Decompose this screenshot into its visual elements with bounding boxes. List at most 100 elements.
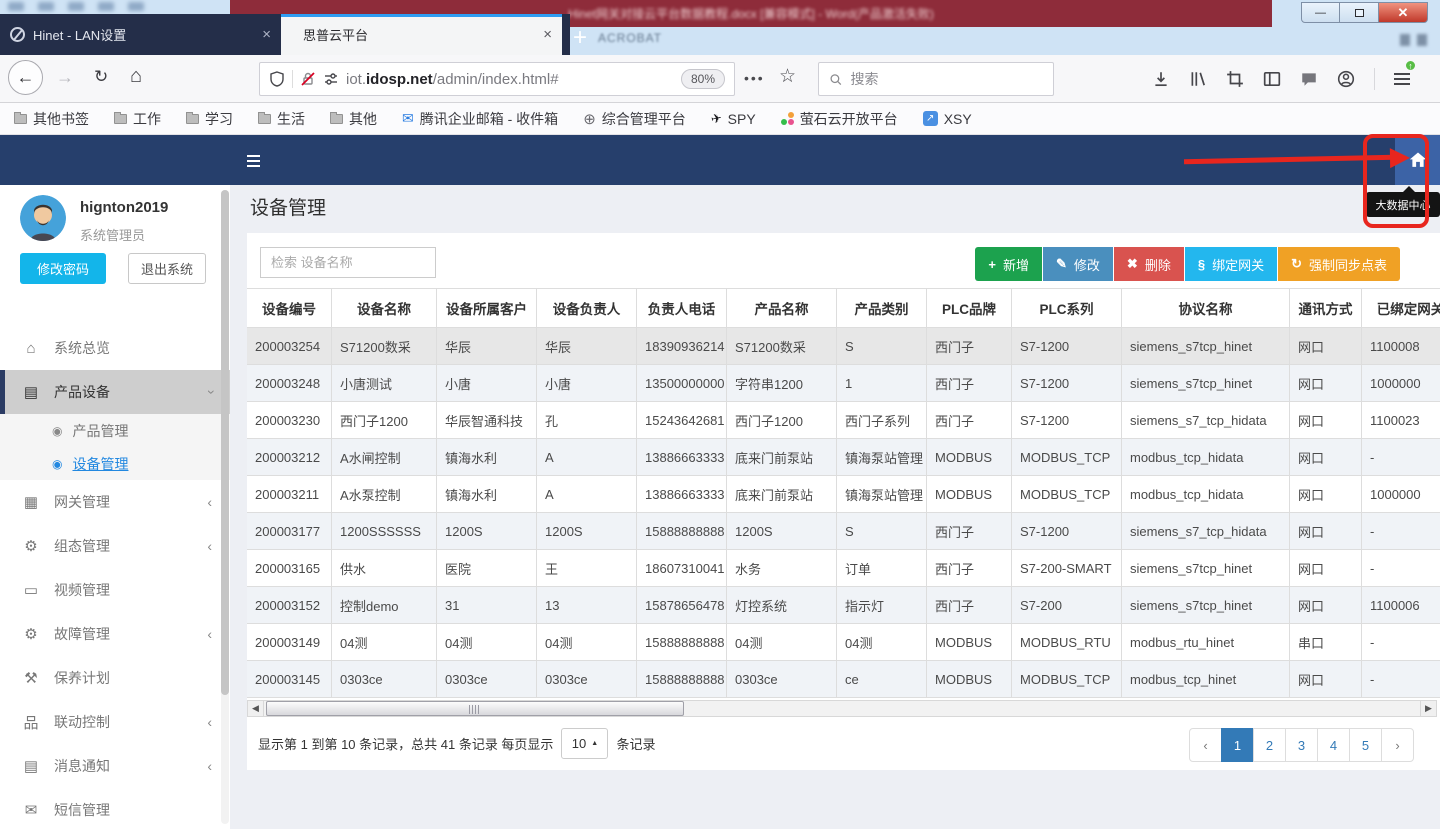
- sidebar-item[interactable]: 品联动控制‹: [0, 700, 230, 744]
- library-icon[interactable]: [1189, 70, 1207, 88]
- close-button[interactable]: ✕: [1379, 2, 1428, 23]
- table-row[interactable]: 20000314904测04测04测1588888888804测04测MODBU…: [247, 624, 1440, 661]
- sidebar-item[interactable]: ▭视频管理: [0, 568, 230, 612]
- table-row[interactable]: 200003165供水医院王18607310041水务订单西门子S7-200-S…: [247, 550, 1440, 587]
- avatar[interactable]: [20, 195, 66, 241]
- action-label: 绑定网关: [1212, 255, 1264, 274]
- minimize-button[interactable]: —: [1301, 2, 1340, 23]
- sidebar-scrollbar[interactable]: [221, 190, 229, 824]
- bookmark-item[interactable]: ✈SPY: [711, 111, 756, 127]
- table-row[interactable]: 200003211A水泵控制镇海水利A13886663333底来门前泵站镇海泵站…: [247, 476, 1440, 513]
- action-label: 修改: [1074, 255, 1100, 274]
- tab-close-icon[interactable]: ×: [262, 26, 271, 43]
- table-cell: S7-1200: [1012, 402, 1122, 439]
- page-button-3[interactable]: 3: [1285, 728, 1318, 762]
- table-cell: 04测: [437, 624, 537, 661]
- action-button-cross[interactable]: ✖删除: [1114, 247, 1184, 281]
- page-actions-icon[interactable]: •••: [744, 70, 765, 86]
- table-cell: 13: [537, 587, 637, 624]
- table-cell: 镇海泵站管理: [837, 476, 927, 513]
- sidebar-item[interactable]: ⚙组态管理‹: [0, 524, 230, 568]
- bookmark-item[interactable]: ↗XSY: [923, 111, 972, 127]
- table-cell: siemens_s7tcp_hinet: [1122, 550, 1290, 587]
- page-button-2[interactable]: 2: [1253, 728, 1286, 762]
- table-actions: +新增✎修改✖删除§绑定网关↻强制同步点表: [975, 247, 1400, 281]
- action-button-link[interactable]: §绑定网关: [1185, 247, 1277, 281]
- browser-home-button[interactable]: ⌂: [130, 65, 142, 88]
- sidebar-item-label: 短信管理: [54, 800, 110, 820]
- shield-icon[interactable]: [269, 71, 285, 87]
- table-row[interactable]: 200003254S71200数采华辰华辰18390936214S71200数采…: [247, 328, 1440, 365]
- scroll-left-icon[interactable]: ◀: [248, 701, 264, 716]
- menu-button[interactable]: ↑: [1394, 70, 1410, 88]
- table-cell: 西门子: [927, 513, 1012, 550]
- bookmark-item[interactable]: ✉腾讯企业邮箱 - 收件箱: [402, 109, 558, 129]
- forward-button[interactable]: →: [56, 67, 74, 88]
- table-row[interactable]: 200003152控制demo311315878656478灯控系统指示灯西门子…: [247, 587, 1440, 624]
- scrollbar-thumb[interactable]: [266, 701, 684, 716]
- browser-tab-sipu-cloud[interactable]: 思普云平台 ×: [281, 14, 562, 55]
- page-button-4[interactable]: 4: [1317, 728, 1350, 762]
- bookmark-item[interactable]: ⊕综合管理平台: [583, 109, 686, 129]
- horizontal-scrollbar[interactable]: ◀ ▶: [247, 700, 1437, 717]
- change-password-button[interactable]: 修改密码: [20, 253, 106, 284]
- zoom-level-badge[interactable]: 80%: [681, 69, 725, 89]
- bigdata-home-button[interactable]: [1395, 135, 1440, 185]
- account-icon[interactable]: [1337, 70, 1355, 88]
- browser-tab-hinet[interactable]: Hinet - LAN设置 ×: [0, 14, 281, 55]
- action-button-plus[interactable]: +新增: [975, 247, 1042, 281]
- tab-close-icon[interactable]: ×: [543, 26, 552, 43]
- new-tab-button[interactable]: +: [573, 24, 587, 52]
- sidebar-item[interactable]: ▦网关管理‹: [0, 480, 230, 524]
- page-button-5[interactable]: 5: [1349, 728, 1382, 762]
- restore-button[interactable]: [1340, 2, 1379, 23]
- bookmark-item[interactable]: 生活: [258, 109, 305, 129]
- table-row[interactable]: 200003212A水闸控制镇海水利A13886663333底来门前泵站镇海泵站…: [247, 439, 1440, 476]
- action-button-pencil[interactable]: ✎修改: [1043, 247, 1113, 281]
- tab-title: Hinet - LAN设置: [33, 25, 254, 44]
- page-button-1[interactable]: 1: [1221, 728, 1254, 762]
- sidebar-item[interactable]: ⌂系统总览: [0, 326, 230, 370]
- table-row[interactable]: 200003248小唐测试小唐小唐13500000000字符串12001西门子S…: [247, 365, 1440, 402]
- page-size-select[interactable]: 10▲: [561, 728, 608, 759]
- bookmark-item[interactable]: 学习: [186, 109, 233, 129]
- bookmark-item[interactable]: 萤石云开放平台: [781, 109, 898, 129]
- table-cell: 1200SSSSSS: [332, 513, 437, 550]
- device-search-input[interactable]: [260, 247, 436, 278]
- table-cell: 31: [437, 587, 537, 624]
- sidebar-toggle-icon[interactable]: [1263, 70, 1281, 88]
- download-icon[interactable]: [1152, 70, 1170, 88]
- table-row[interactable]: 2000031450303ce0303ce0303ce1588888888803…: [247, 661, 1440, 698]
- bookmark-item[interactable]: 工作: [114, 109, 161, 129]
- table-row[interactable]: 200003230西门子1200华辰智通科技孔15243642681西门子120…: [247, 402, 1440, 439]
- chat-bubble-icon[interactable]: [1300, 70, 1318, 88]
- next-page-button[interactable]: ›: [1381, 728, 1414, 762]
- browser-search-box[interactable]: [818, 62, 1054, 96]
- sidebar-item[interactable]: ⚒保养计划: [0, 656, 230, 700]
- chevron-left-icon: ‹: [207, 538, 212, 554]
- scroll-right-icon[interactable]: ▶: [1420, 701, 1436, 716]
- reload-button[interactable]: ↻: [94, 67, 108, 87]
- sidebar-item[interactable]: ✉短信管理: [0, 788, 230, 829]
- logout-button[interactable]: 退出系统: [128, 253, 206, 284]
- permissions-icon[interactable]: [323, 71, 339, 87]
- sidebar-item[interactable]: ▤产品设备‹: [0, 370, 230, 414]
- back-button[interactable]: ←: [8, 60, 43, 95]
- bookmark-star-icon[interactable]: ☆: [779, 65, 796, 88]
- gears-icon: ⚙: [22, 537, 40, 555]
- search-input[interactable]: [851, 71, 1044, 87]
- sidebar-subitem[interactable]: ◉产品管理: [0, 414, 230, 447]
- screenshot-icon[interactable]: [1226, 70, 1244, 88]
- prev-page-button[interactable]: ‹: [1189, 728, 1222, 762]
- sidebar-item[interactable]: ▤消息通知‹: [0, 744, 230, 788]
- bookmark-item[interactable]: 其他: [330, 109, 377, 129]
- sidebar-toggle-button[interactable]: [247, 152, 260, 170]
- sidebar-subitem[interactable]: ◉设备管理: [0, 447, 230, 480]
- action-button-sync[interactable]: ↻强制同步点表: [1278, 247, 1400, 281]
- sidebar-item[interactable]: ⚙故障管理‹: [0, 612, 230, 656]
- table-row[interactable]: 2000031771200SSSSSS1200S1200S15888888888…: [247, 513, 1440, 550]
- url-bar[interactable]: iot.idosp.net/admin/index.html# 80%: [259, 62, 735, 96]
- insecure-lock-icon[interactable]: [300, 71, 316, 87]
- scrollbar-thumb[interactable]: [221, 190, 229, 695]
- bookmark-item[interactable]: 其他书签: [14, 109, 89, 129]
